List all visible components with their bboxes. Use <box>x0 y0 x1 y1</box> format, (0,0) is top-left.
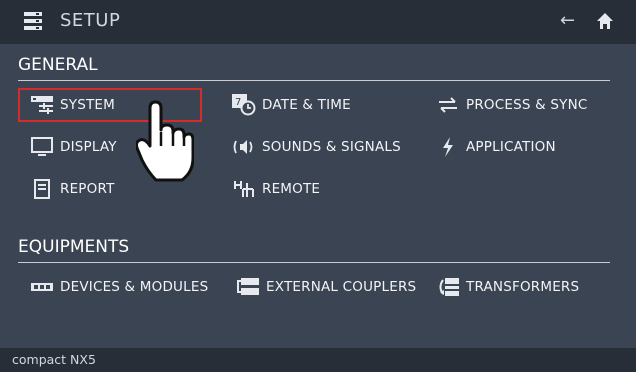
menu-item-external-couplers[interactable]: EXTERNAL COUPLERS <box>236 271 416 303</box>
menu-item-label: EXTERNAL COUPLERS <box>266 279 417 295</box>
menu-item-label: REMOTE <box>262 181 321 197</box>
document-icon <box>30 177 54 201</box>
menu-item-label: DISPLAY <box>60 139 117 155</box>
section-equipments-heading: EQUIPMENTS <box>18 237 130 257</box>
menu-icon[interactable] <box>24 12 42 30</box>
calendar-clock-icon: 7 <box>232 93 256 117</box>
menu-item-label: SOUNDS & SIGNALS <box>262 139 401 155</box>
pointing-hand-icon <box>136 100 194 182</box>
transformer-icon <box>436 275 460 299</box>
remote-tower-icon <box>232 177 256 201</box>
menu-item-report[interactable]: REPORT <box>30 173 115 205</box>
module-rack-icon <box>30 275 54 299</box>
menu-item-label: DEVICES & MODULES <box>60 279 209 295</box>
menu-item-label: REPORT <box>60 181 115 197</box>
lightning-icon <box>436 135 460 159</box>
menu-item-remote[interactable]: REMOTE <box>232 173 320 205</box>
menu-item-label: TRANSFORMERS <box>466 279 580 295</box>
monitor-icon <box>30 135 54 159</box>
menu-item-display[interactable]: DISPLAY <box>30 131 117 163</box>
divider <box>18 262 610 263</box>
page-title: SETUP <box>60 10 121 31</box>
coupler-icon <box>236 275 260 299</box>
setup-screen: SETUP ← GENERAL SYSTEM 7 DATE & TIME PRO… <box>0 0 636 372</box>
status-bar: compact NX5 <box>0 348 636 372</box>
menu-item-sounds-signals[interactable]: SOUNDS & SIGNALS <box>232 131 401 163</box>
menu-item-date-time[interactable]: 7 DATE & TIME <box>232 89 351 121</box>
menu-item-label: PROCESS & SYNC <box>466 97 588 113</box>
menu-item-process-sync[interactable]: PROCESS & SYNC <box>436 89 588 121</box>
title-bar: SETUP ← <box>0 0 636 44</box>
menu-item-application[interactable]: APPLICATION <box>436 131 556 163</box>
menu-item-transformers[interactable]: TRANSFORMERS <box>436 271 579 303</box>
home-icon[interactable] <box>596 12 614 30</box>
back-button[interactable]: ← <box>560 10 575 31</box>
svg-text:7: 7 <box>235 97 241 108</box>
divider <box>18 80 610 81</box>
sync-arrows-icon <box>436 93 460 117</box>
speaker-icon <box>232 135 256 159</box>
section-general-heading: GENERAL <box>18 55 98 75</box>
menu-item-label: APPLICATION <box>466 139 556 155</box>
device-name: compact NX5 <box>12 352 96 367</box>
menu-item-label: DATE & TIME <box>262 97 351 113</box>
arrow-left-icon: ← <box>560 10 576 31</box>
menu-item-devices-modules[interactable]: DEVICES & MODULES <box>30 271 208 303</box>
